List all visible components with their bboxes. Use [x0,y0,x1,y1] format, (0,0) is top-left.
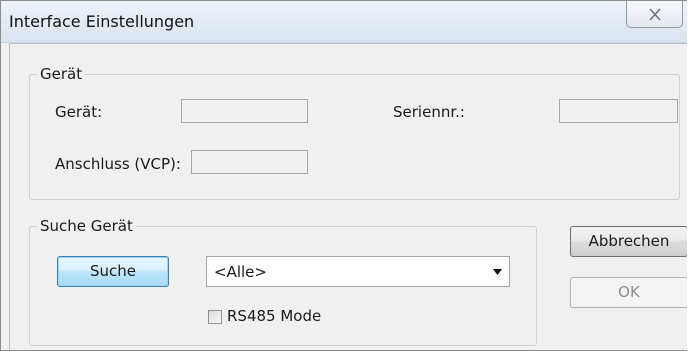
device-label: Gerät: [55,103,103,121]
serial-label: Seriennr.: [393,103,465,121]
search-group-label: Suche Gerät [37,217,136,235]
close-button[interactable] [626,1,683,28]
serial-field [559,99,678,123]
device-group-label: Gerät [37,65,86,83]
device-field [181,99,308,123]
device-filter-select[interactable]: <Alle> [206,256,510,287]
window-title: Interface Einstellungen [9,12,195,31]
close-icon [649,8,661,21]
dialog-client-area: Gerät Gerät: Seriennr.: Anschluss (VCP):… [9,43,687,350]
search-button[interactable]: Suche [57,256,169,287]
device-groupbox: Gerät [29,65,680,200]
chevron-down-icon [493,269,502,275]
cancel-button[interactable]: Abbrechen [570,226,687,257]
port-field [191,150,308,174]
ok-button[interactable]: OK [570,277,687,308]
rs485-mode-checkbox[interactable] [208,310,222,324]
title-bar[interactable]: Interface Einstellungen [1,1,687,43]
dialog-window: Interface Einstellungen Gerät Gerät: Ser… [0,0,687,351]
device-filter-value: <Alle> [214,263,267,281]
rs485-mode-label[interactable]: RS485 Mode [227,307,321,325]
port-label: Anschluss (VCP): [55,155,181,173]
